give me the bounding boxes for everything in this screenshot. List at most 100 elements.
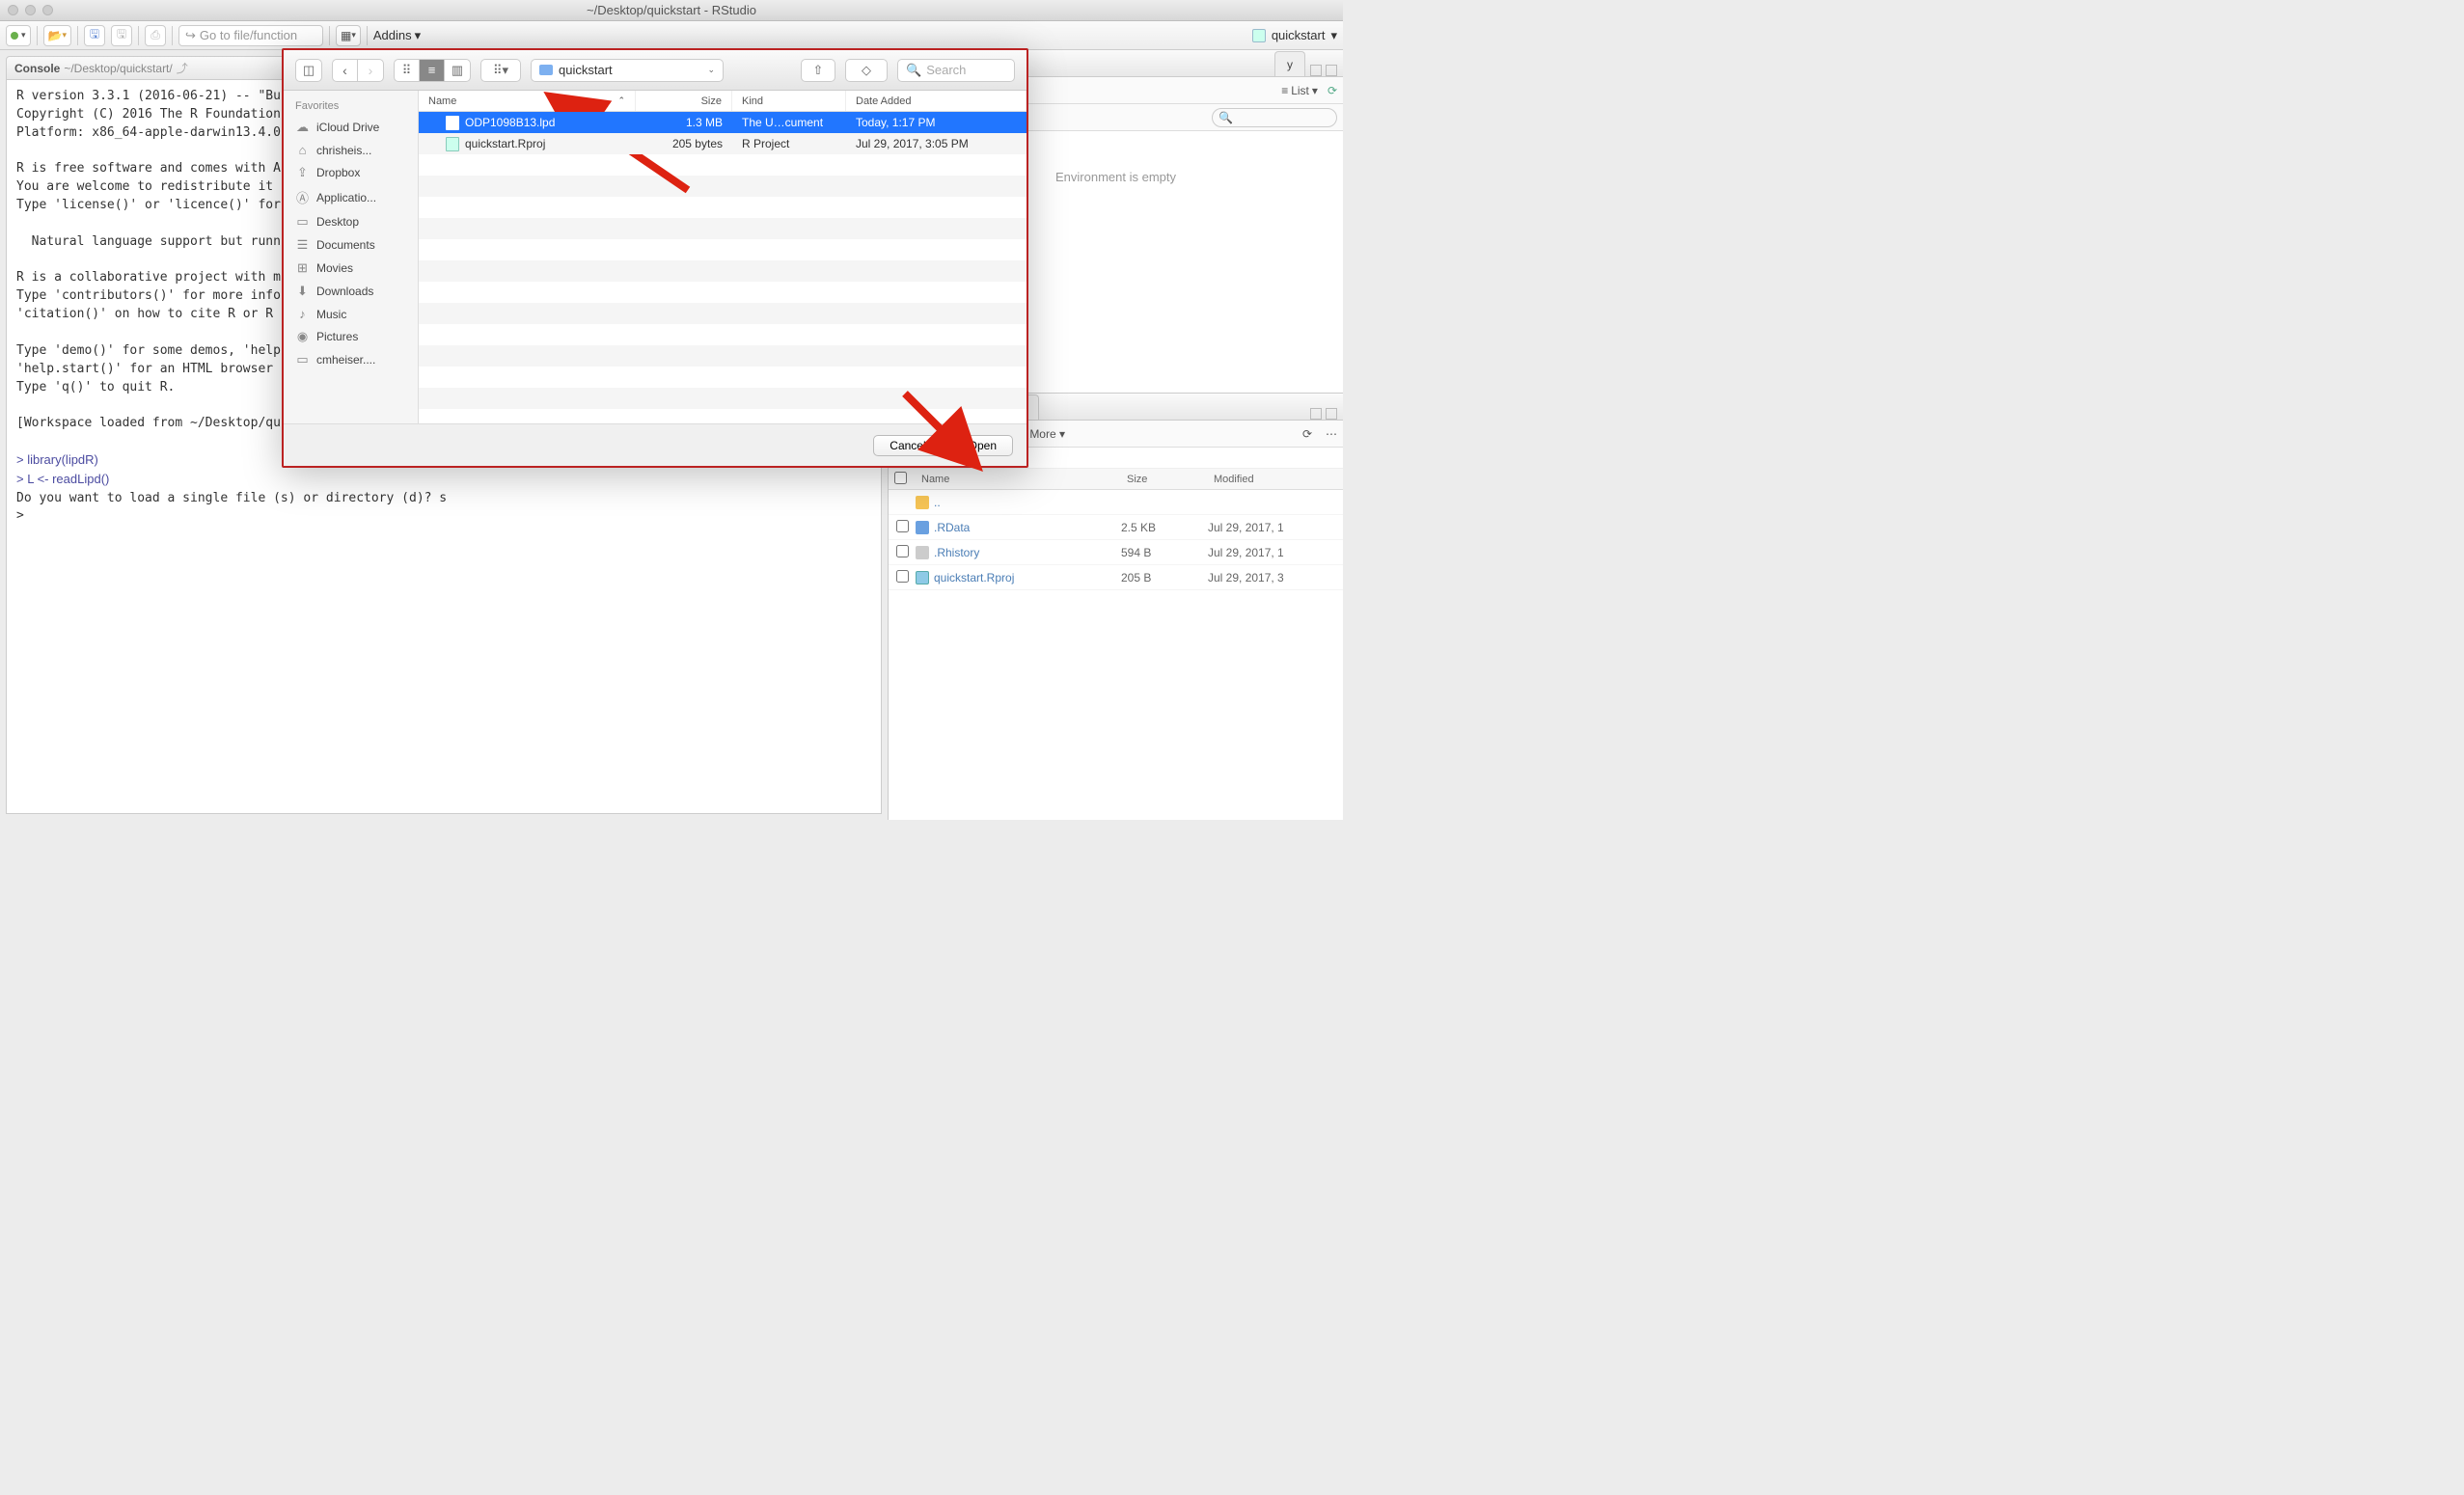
file-name-text: ..	[934, 496, 941, 509]
file-kind: The U…cument	[732, 116, 846, 129]
sidebar-item[interactable]: ⊞ Movies	[284, 257, 418, 280]
addins-menu[interactable]: Addins▾	[373, 28, 421, 43]
sidebar-item-icon: ▭	[295, 352, 310, 367]
sidebar-item-label: Pictures	[316, 330, 358, 343]
sidebar-item[interactable]: ☁iCloud Drive	[284, 116, 418, 139]
pane-min-icon[interactable]	[1310, 65, 1322, 76]
new-file-button[interactable]: ▾	[6, 25, 31, 46]
forward-button[interactable]: ›	[358, 60, 383, 81]
share-button[interactable]: ⇧	[801, 59, 835, 82]
back-button[interactable]: ‹	[333, 60, 358, 81]
console-path-pop[interactable]: ⤴	[177, 60, 188, 76]
project-menu[interactable]: quickstart	[1272, 28, 1326, 42]
env-list-toggle[interactable]: ≡ List ▾	[1281, 84, 1318, 97]
file-open-dialog: ◫ ‹ › ⠿ ≡ ▥ ⠿ ▾ quickstart ⌄ ⇧ ◇ 🔍 Searc…	[282, 48, 1028, 468]
pane-max-icon[interactable]	[1326, 408, 1337, 420]
console-path: ~/Desktop/quickstart/	[64, 62, 172, 75]
goto-file-input[interactable]: ↪ Go to file/function	[178, 25, 323, 46]
sidebar-item[interactable]: ◉Pictures	[284, 325, 418, 348]
file-name-text: quickstart.Rproj	[934, 571, 1014, 584]
sidebar-toggle-icon[interactable]: ◫	[296, 60, 321, 81]
sidebar-item[interactable]: ⌂ chrisheis...	[284, 139, 418, 161]
file-row-checkbox[interactable]	[896, 520, 909, 532]
env-search-input[interactable]: 🔍	[1212, 108, 1337, 127]
file-icon	[916, 521, 929, 534]
file-name-text: .RData	[934, 521, 970, 534]
files-row[interactable]: ..	[889, 490, 1343, 515]
tools-grid-button[interactable]: ▦▾	[336, 25, 361, 46]
sort-menu[interactable]: ⠿ ▾	[480, 59, 521, 82]
file-date: Today, 1:17 PM	[846, 116, 1027, 129]
files-row[interactable]: quickstart.Rproj 205 BJul 29, 2017, 3	[889, 565, 1343, 590]
dialog-file-row[interactable]: ODP1098B13.lpd1.3 MBThe U…cumentToday, 1…	[419, 112, 1027, 133]
sidebar-item[interactable]: ♪ Music	[284, 303, 418, 325]
sidebar-item-label: iCloud Drive	[316, 121, 379, 134]
save-button[interactable]: 🖫	[84, 25, 105, 46]
sidebar-item[interactable]: ⬇Downloads	[284, 280, 418, 303]
env-refresh-button[interactable]: ⟳	[1328, 84, 1337, 97]
file-row-checkbox[interactable]	[896, 570, 909, 583]
dialog-toolbar: ◫ ‹ › ⠿ ≡ ▥ ⠿ ▾ quickstart ⌄ ⇧ ◇ 🔍 Searc…	[284, 50, 1027, 91]
project-icon	[1252, 29, 1266, 42]
open-project-button[interactable]: 📂▾	[43, 25, 71, 46]
sidebar-item-label: cmheiser....	[316, 353, 375, 367]
file-size: 205 bytes	[636, 137, 732, 150]
view-list[interactable]: ≡	[420, 60, 445, 81]
sidebar-item-label: Applicatio...	[316, 191, 376, 204]
dialog-file-list[interactable]: ODP1098B13.lpd1.3 MBThe U…cumentToday, 1…	[419, 112, 1027, 423]
file-modified: Jul 29, 2017, 1	[1208, 546, 1343, 559]
open-button[interactable]: Open	[952, 435, 1013, 456]
sidebar-item-label: Downloads	[316, 285, 373, 298]
sidebar-item[interactable]: ⇪Dropbox	[284, 161, 418, 184]
nav-buttons: ‹ ›	[332, 59, 384, 82]
sidebar-item[interactable]: ▭ cmheiser....	[284, 348, 418, 371]
files-list: .. .RData2.5 KBJul 29, 2017, 1.Rhistory59…	[889, 490, 1343, 820]
view-icons[interactable]: ⠿	[395, 60, 420, 81]
sidebar-item[interactable]: Ⓐ Applicatio...	[284, 184, 418, 210]
file-icon	[916, 571, 929, 584]
sidebar-item-icon: ☰	[295, 237, 310, 253]
sidebar-item-icon: ♪	[295, 307, 310, 321]
env-tab-history[interactable]: y	[1274, 51, 1305, 76]
search-icon: 🔍	[906, 63, 921, 78]
print-button[interactable]: ⎙	[145, 25, 166, 46]
console-tab[interactable]: Console	[14, 62, 60, 75]
file-icon	[916, 496, 929, 509]
file-row-checkbox[interactable]	[896, 545, 909, 557]
sidebar-item[interactable]: ☰Documents	[284, 233, 418, 257]
sidebar-item-icon: ▭	[295, 214, 310, 230]
sidebar-item-label: Desktop	[316, 215, 359, 229]
pane-max-icon[interactable]	[1326, 65, 1337, 76]
dialog-file-row[interactable]: quickstart.Rproj205 bytesR ProjectJul 29…	[419, 133, 1027, 154]
file-modified: Jul 29, 2017, 1	[1208, 521, 1343, 534]
files-header: Name Size Modified	[889, 469, 1343, 490]
dialog-list-header: Name⌃ Size Kind Date Added	[419, 91, 1027, 112]
file-icon	[446, 137, 459, 151]
sidebar-item[interactable]: ▭ Desktop	[284, 210, 418, 233]
sidebar-item-icon: ⊞	[295, 260, 310, 276]
file-modified: Jul 29, 2017, 3	[1208, 571, 1343, 584]
view-columns[interactable]: ▥	[445, 60, 470, 81]
files-refresh-button[interactable]: ⟳	[1302, 427, 1312, 441]
sidebar-item-icon: Ⓐ	[295, 188, 310, 206]
files-overflow-menu[interactable]: ⋯	[1326, 427, 1337, 441]
sidebar-item-icon: ⌂	[295, 143, 310, 157]
sidebar-item-label: Movies	[316, 261, 353, 275]
sidebar-item-label: chrisheis...	[316, 144, 371, 157]
file-size: 205 B	[1121, 571, 1208, 584]
files-row[interactable]: .RData2.5 KBJul 29, 2017, 1	[889, 515, 1343, 540]
sidebar-toggle-group[interactable]: ◫	[295, 59, 322, 82]
folder-dropdown[interactable]: quickstart ⌄	[531, 59, 724, 82]
goto-placeholder: Go to file/function	[200, 28, 297, 42]
cancel-button[interactable]: Cancel	[873, 435, 942, 456]
tags-button[interactable]: ◇	[845, 59, 888, 82]
files-select-all[interactable]	[894, 472, 907, 484]
files-row[interactable]: .Rhistory594 BJul 29, 2017, 1	[889, 540, 1343, 565]
dialog-footer: Cancel Open	[284, 423, 1027, 466]
pane-min-icon[interactable]	[1310, 408, 1322, 420]
save-all-button[interactable]: 🖫	[111, 25, 132, 46]
file-icon	[916, 546, 929, 559]
sidebar-item-label: Music	[316, 308, 346, 321]
file-icon	[446, 116, 459, 130]
dialog-search-input[interactable]: 🔍 Search	[897, 59, 1015, 82]
